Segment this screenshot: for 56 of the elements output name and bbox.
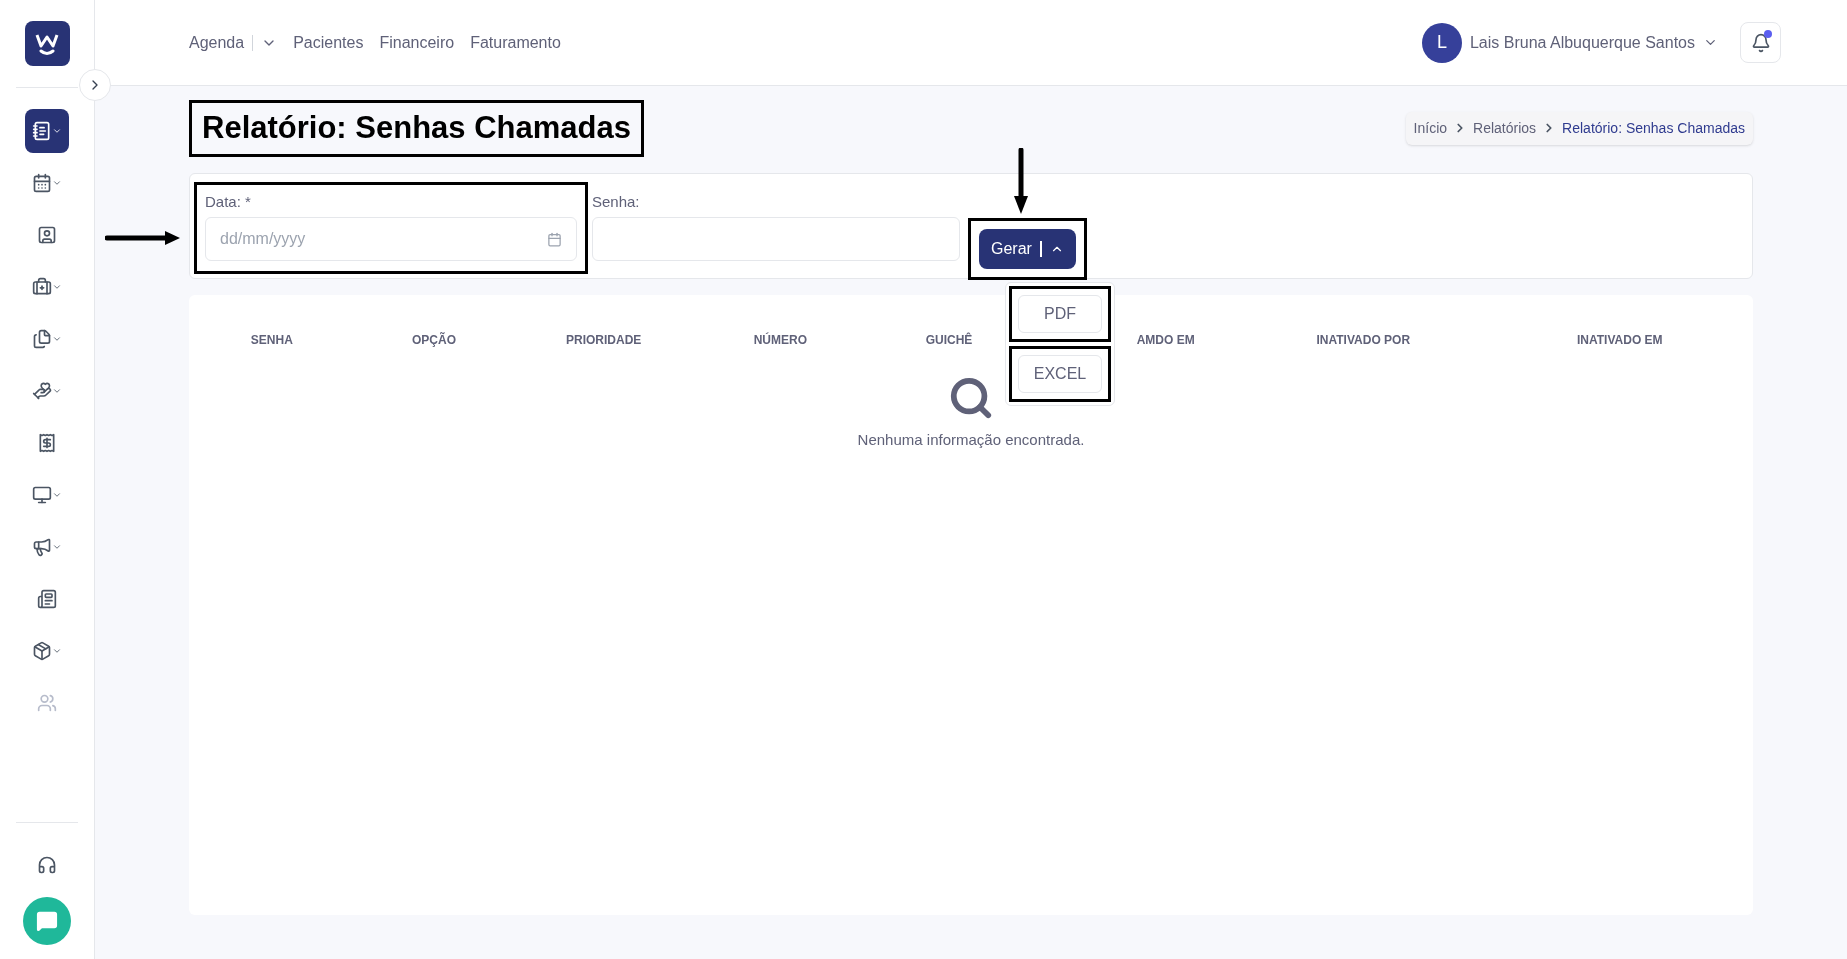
package-icon: [32, 641, 52, 661]
bell-icon: [1750, 32, 1771, 53]
column-header: INATIVADO EM: [1576, 331, 1664, 349]
notifications-button[interactable]: [1740, 22, 1781, 63]
menu-item[interactable]: EXCEL: [1018, 354, 1102, 393]
medical-case-icon: [32, 277, 52, 297]
notebook-icon: [32, 121, 52, 141]
field-label: Senha:: [592, 191, 641, 212]
receipt-icon: [37, 433, 57, 453]
megaphone-icon: [32, 537, 52, 557]
empty-message: Nenhuma informação encontrada.: [857, 429, 1085, 450]
chat-bubble-icon: [36, 910, 58, 932]
nav-link[interactable]: Financeiro: [379, 30, 455, 55]
nav-link[interactable]: Faturamento: [470, 30, 561, 55]
page-title: Relatório: Senhas Chamadas: [202, 109, 631, 147]
users-icon: [37, 693, 57, 713]
arrow-icon: [1014, 147, 1028, 214]
chevron-icon: [52, 282, 62, 292]
user-menu[interactable]: L Lais Bruna Albuquerque Santos: [1421, 22, 1718, 63]
breadcrumb-link[interactable]: Relatório: Senhas Chamadas: [1562, 117, 1745, 139]
senha-field[interactable]: [592, 217, 960, 261]
logo-icon[interactable]: [24, 21, 70, 66]
field-label: Data: *: [205, 191, 252, 212]
user-name: Lais Bruna Albuquerque Santos: [1469, 32, 1695, 53]
date-placeholder: dd/mm/yyyy: [220, 229, 306, 249]
generate-button[interactable]: Gerar: [979, 228, 1076, 269]
nav-link[interactable]: Pacientes: [293, 30, 364, 55]
column-header: INATIVADO POR: [1315, 331, 1412, 349]
breadcrumb-link[interactable]: Relatórios: [1473, 117, 1537, 139]
column-header: SENHA: [249, 331, 294, 349]
calendar-icon: [547, 231, 562, 247]
column-header: AMDO EM: [1135, 331, 1196, 349]
sidebar-item[interactable]: [25, 109, 69, 153]
chevron-icon: [52, 490, 62, 500]
hand-heart-icon: [32, 381, 52, 401]
column-header: OPÇÃO: [411, 331, 457, 349]
menu-item[interactable]: PDF: [1018, 294, 1102, 333]
monitor-icon: [32, 485, 52, 505]
chevron-icon: [52, 178, 62, 188]
arrow-icon: [105, 229, 180, 246]
chevron-icon: [52, 386, 62, 396]
nav-link[interactable]: Agenda: [189, 30, 245, 55]
chevron-icon: [52, 542, 62, 552]
chevron-icon: [52, 126, 62, 136]
calendar-icon: [32, 173, 52, 193]
chevron-icon: [52, 334, 62, 344]
newspaper-icon: [37, 589, 57, 609]
chevron-icon: [52, 646, 62, 656]
breadcrumb-link[interactable]: Início: [1413, 117, 1448, 139]
files-icon: [32, 329, 52, 349]
column-header: GUICHÊ: [924, 331, 974, 349]
headset-icon: [37, 855, 57, 875]
column-header: NÚMERO: [752, 331, 808, 349]
column-header: PRIORIDADE: [565, 331, 643, 349]
avatar: L: [1421, 22, 1462, 63]
contact-card-icon: [37, 225, 57, 245]
